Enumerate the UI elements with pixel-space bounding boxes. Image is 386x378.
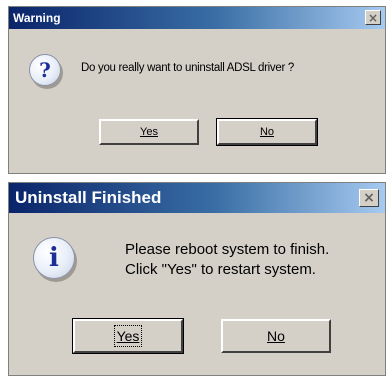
finished-yes-label: Yes [113,325,143,347]
finished-no-label: No [267,328,285,344]
finished-message-line1: Please reboot system to finish. [125,241,330,258]
warning-dialog: Warning × ? Do you really want to uninst… [8,6,386,174]
warning-title: Warning [13,11,61,25]
close-icon: × [367,10,379,25]
info-icon: i [33,237,75,279]
close-icon: × [363,190,375,206]
warning-close-button[interactable]: × [365,10,381,25]
warning-no-button[interactable]: No [216,118,318,146]
warning-yes-label: Yes [140,126,158,138]
question-icon: ? [29,54,61,86]
warning-yes-button[interactable]: Yes [99,119,199,145]
warning-titlebar[interactable]: Warning × [9,7,385,29]
finished-dialog: Uninstall Finished × i Please reboot sys… [8,182,386,376]
finished-titlebar[interactable]: Uninstall Finished × [9,183,385,213]
finished-title: Uninstall Finished [15,188,162,207]
finished-yes-button[interactable]: Yes [72,318,184,354]
finished-no-button[interactable]: No [221,319,331,353]
finished-close-button[interactable]: × [359,189,379,207]
warning-message: Do you really want to uninstall ADSL dri… [81,62,294,74]
finished-message-line2: Click "Yes" to restart system. [125,261,316,278]
warning-no-label: No [259,126,275,138]
